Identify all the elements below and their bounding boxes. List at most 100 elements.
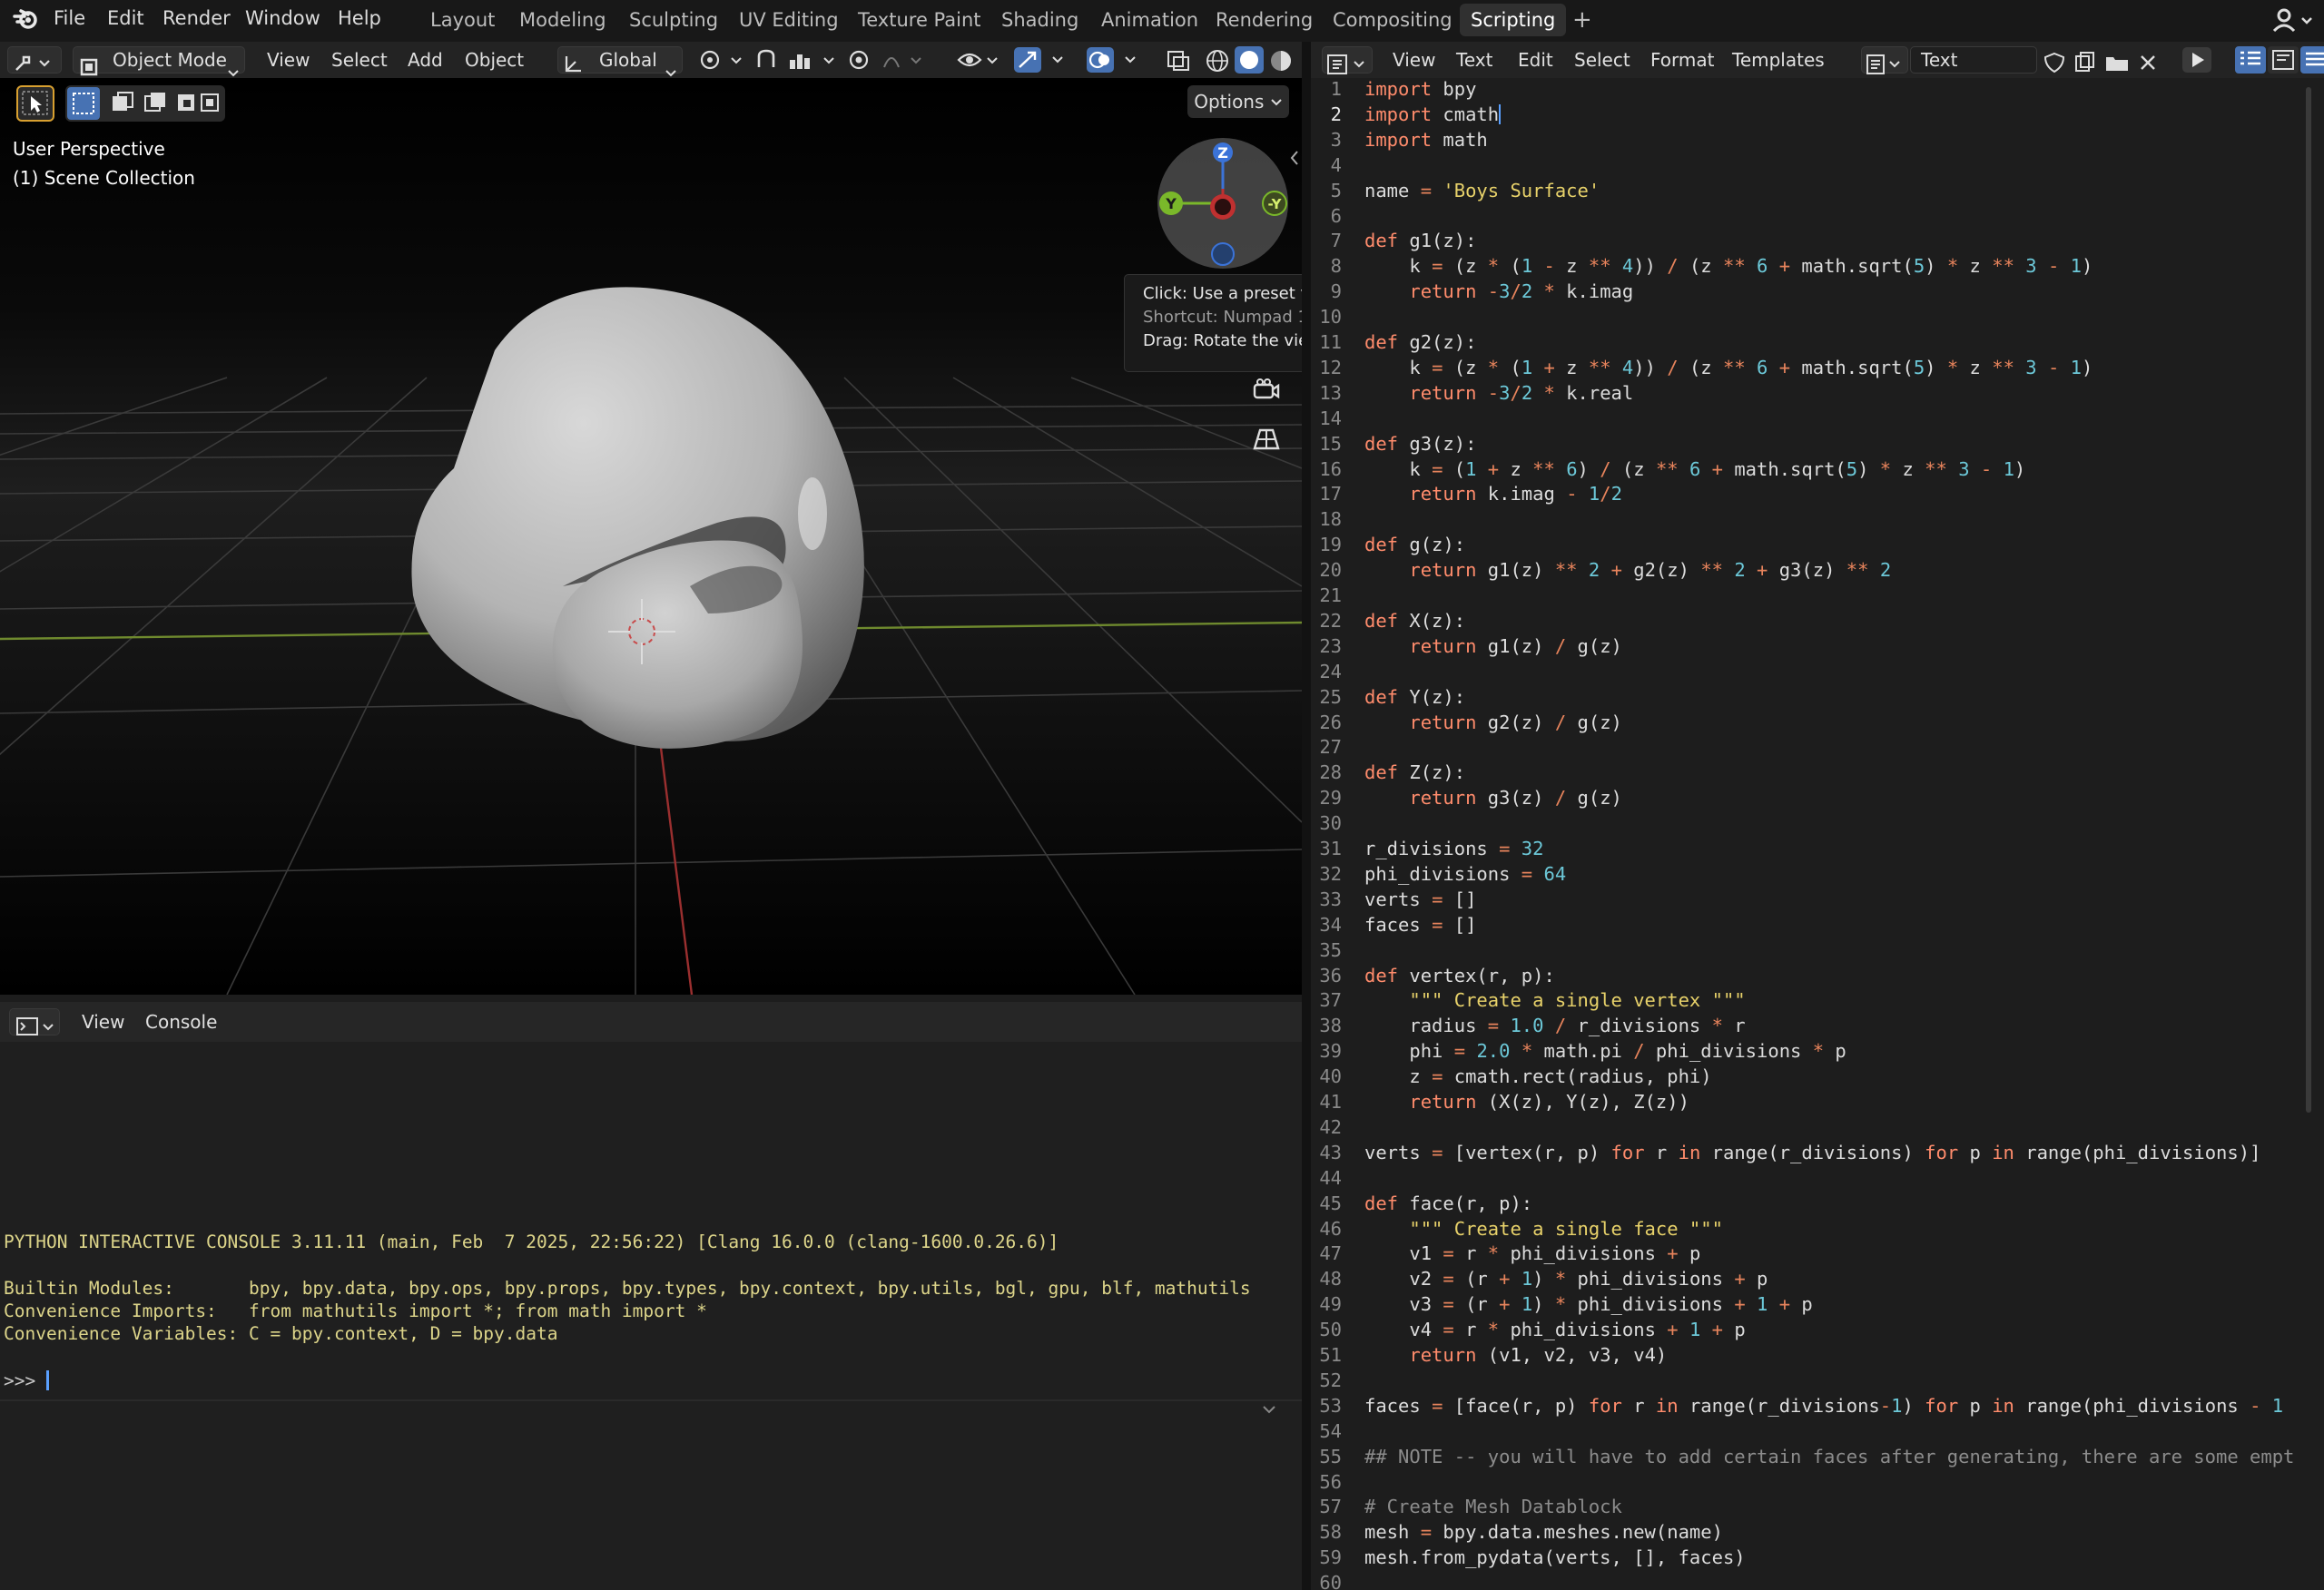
gizmo-toggle-icon[interactable]: [1013, 46, 1073, 74]
code-line[interactable]: 11 def g2(z):: [1311, 329, 2324, 355]
code-line[interactable]: 41 return (X(z), Y(z), Z(z)): [1311, 1089, 2324, 1114]
code-line[interactable]: 12 k = (z * (1 + z ** 4)) / (z ** 6 + ma…: [1311, 355, 2324, 380]
code-line[interactable]: 5 name = 'Boys Surface': [1311, 178, 2324, 203]
console-menu-view[interactable]: View: [82, 1004, 124, 1040]
code-line[interactable]: 17 return k.imag - 1/2: [1311, 481, 2324, 506]
code-line[interactable]: 39 phi = 2.0 * math.pi / phi_divisions *…: [1311, 1038, 2324, 1064]
code-line[interactable]: 8 k = (z * (1 - z ** 4)) / (z ** 6 + mat…: [1311, 253, 2324, 279]
text-menu-text[interactable]: Text: [1456, 42, 1492, 78]
xray-toggle-icon[interactable]: [1166, 48, 1193, 72]
overlays-toggle-icon[interactable]: [1086, 46, 1146, 74]
tab-rendering[interactable]: Rendering: [1205, 4, 1324, 36]
code-line[interactable]: 50 v4 = r * phi_divisions + 1 + p: [1311, 1317, 2324, 1342]
code-line[interactable]: 16 k = (1 + z ** 6) / (z ** 6 + math.sqr…: [1311, 456, 2324, 482]
code-line[interactable]: 57 # Create Mesh Datablock: [1311, 1494, 2324, 1519]
shading-wireframe-icon[interactable]: [1204, 48, 1231, 72]
code-line[interactable]: 1 import bpy: [1311, 78, 2324, 102]
tab-sculpting[interactable]: Sculpting: [618, 4, 729, 36]
code-line[interactable]: 58 mesh = bpy.data.meshes.new(name): [1311, 1519, 2324, 1545]
visibility-icon[interactable]: [957, 47, 1008, 73]
syntax-highlight-toggle-icon[interactable]: [2300, 46, 2324, 74]
console-menu-console[interactable]: Console: [145, 1004, 217, 1040]
code-line[interactable]: 60: [1311, 1570, 2324, 1590]
text-menu-templates[interactable]: Templates: [1732, 42, 1825, 78]
code-line[interactable]: 15 def g3(z):: [1311, 431, 2324, 456]
code-line[interactable]: 34 faces = []: [1311, 912, 2324, 937]
code-line[interactable]: 28 def Z(z):: [1311, 760, 2324, 785]
code-line[interactable]: 7 def g1(z):: [1311, 228, 2324, 253]
text-menu-edit[interactable]: Edit: [1518, 42, 1553, 78]
code-line[interactable]: 53 faces = [face(r, p) for r in range(r_d…: [1311, 1393, 2324, 1418]
menu-help[interactable]: Help: [338, 0, 381, 42]
code-line[interactable]: 22 def X(z):: [1311, 608, 2324, 633]
collapse-sidebar-icon[interactable]: [1289, 149, 1300, 167]
code-line[interactable]: 33 verts = []: [1311, 887, 2324, 912]
code-line[interactable]: 25 def Y(z):: [1311, 684, 2324, 710]
code-line[interactable]: 31 r_divisions = 32: [1311, 836, 2324, 861]
code-line[interactable]: 36 def vertex(r, p):: [1311, 963, 2324, 988]
menu-view[interactable]: View: [267, 42, 310, 78]
proportional-editing-icon[interactable]: [844, 47, 931, 73]
chevron-down-icon[interactable]: [1260, 1403, 1278, 1416]
code-line[interactable]: 14: [1311, 406, 2324, 431]
code-line[interactable]: 59 mesh.from_pydata(verts, [], faces): [1311, 1545, 2324, 1570]
tab-shading[interactable]: Shading: [990, 4, 1089, 36]
text-menu-view[interactable]: View: [1393, 42, 1435, 78]
tab-animation[interactable]: Animation: [1090, 4, 1209, 36]
menu-select[interactable]: Select: [331, 42, 388, 78]
code-line[interactable]: 40 z = cmath.rect(radius, phi): [1311, 1064, 2324, 1089]
tab-uv-editing[interactable]: UV Editing: [728, 4, 850, 36]
tab-modeling[interactable]: Modeling: [508, 4, 617, 36]
code-line[interactable]: 24: [1311, 659, 2324, 684]
editor-scrollbar[interactable]: [2306, 87, 2311, 1113]
code-line[interactable]: 52: [1311, 1368, 2324, 1393]
code-line[interactable]: 42: [1311, 1114, 2324, 1140]
menu-window[interactable]: Window: [245, 0, 320, 42]
menu-file[interactable]: File: [54, 0, 85, 42]
code-line[interactable]: 13 return -3/2 * k.real: [1311, 380, 2324, 406]
code-line[interactable]: 10: [1311, 304, 2324, 329]
code-line[interactable]: 51 return (v1, v2, v3, v4): [1311, 1342, 2324, 1368]
run-script-icon[interactable]: [2182, 47, 2211, 73]
code-line[interactable]: 21: [1311, 583, 2324, 608]
word-wrap-toggle-icon[interactable]: [2268, 46, 2299, 74]
3d-viewport[interactable]: User Perspective (1) Scene Collection Op…: [0, 78, 1302, 995]
code-line[interactable]: 23 return g1(z) / g(z): [1311, 633, 2324, 659]
code-line[interactable]: 6: [1311, 203, 2324, 229]
add-workspace-button[interactable]: +: [1561, 4, 1603, 36]
snap-icon[interactable]: [753, 47, 844, 73]
code-line[interactable]: 56: [1311, 1469, 2324, 1495]
code-line[interactable]: 4: [1311, 152, 2324, 178]
code-line[interactable]: 30: [1311, 810, 2324, 836]
python-console[interactable]: PYTHON INTERACTIVE CONSOLE 3.11.11 (main…: [0, 1042, 1302, 1590]
code-line[interactable]: 55 ## NOTE -- you will have to add certai…: [1311, 1444, 2324, 1469]
select-tool-button[interactable]: [16, 85, 54, 122]
code-line[interactable]: 18: [1311, 506, 2324, 532]
blender-logo-icon[interactable]: [13, 5, 40, 33]
code-line[interactable]: 44: [1311, 1165, 2324, 1191]
code-line[interactable]: 20 return g1(z) ** 2 + g2(z) ** 2 + g3(z…: [1311, 557, 2324, 583]
code-line[interactable]: 27: [1311, 734, 2324, 760]
unlink-close-icon[interactable]: [2137, 49, 2159, 71]
shading-solid-icon[interactable]: [1235, 46, 1264, 74]
perspective-toggle-icon[interactable]: [1253, 427, 1280, 452]
user-pref-icon[interactable]: [2270, 4, 2315, 36]
options-dropdown[interactable]: Options: [1187, 85, 1289, 118]
code-line[interactable]: 2 import cmath: [1311, 102, 2324, 127]
code-line[interactable]: 47 v1 = r * phi_divisions + p: [1311, 1241, 2324, 1266]
code-line[interactable]: 9 return -3/2 * k.imag: [1311, 279, 2324, 304]
text-menu-select[interactable]: Select: [1574, 42, 1630, 78]
menu-object[interactable]: Object: [465, 42, 524, 78]
code-line[interactable]: 3 import math: [1311, 127, 2324, 152]
code-line[interactable]: 46 """ Create a single face """: [1311, 1216, 2324, 1242]
code-line[interactable]: 19 def g(z):: [1311, 532, 2324, 557]
menu-add[interactable]: Add: [408, 42, 443, 78]
code-line[interactable]: 32 phi_divisions = 64: [1311, 861, 2324, 887]
line-numbers-toggle-icon[interactable]: [2235, 46, 2266, 74]
code-line[interactable]: 49 v3 = (r + 1) * phi_divisions + 1 + p: [1311, 1291, 2324, 1317]
code-line[interactable]: 43 verts = [vertex(r, p) for r in range(r…: [1311, 1140, 2324, 1165]
code-line[interactable]: 45 def face(r, p):: [1311, 1191, 2324, 1216]
text-editor[interactable]: 1 import bpy 2 import cmath 3 import math 4 5 na…: [1311, 78, 2324, 1590]
text-menu-format[interactable]: Format: [1650, 42, 1714, 78]
code-line[interactable]: 48 v2 = (r + 1) * phi_divisions + p: [1311, 1266, 2324, 1291]
